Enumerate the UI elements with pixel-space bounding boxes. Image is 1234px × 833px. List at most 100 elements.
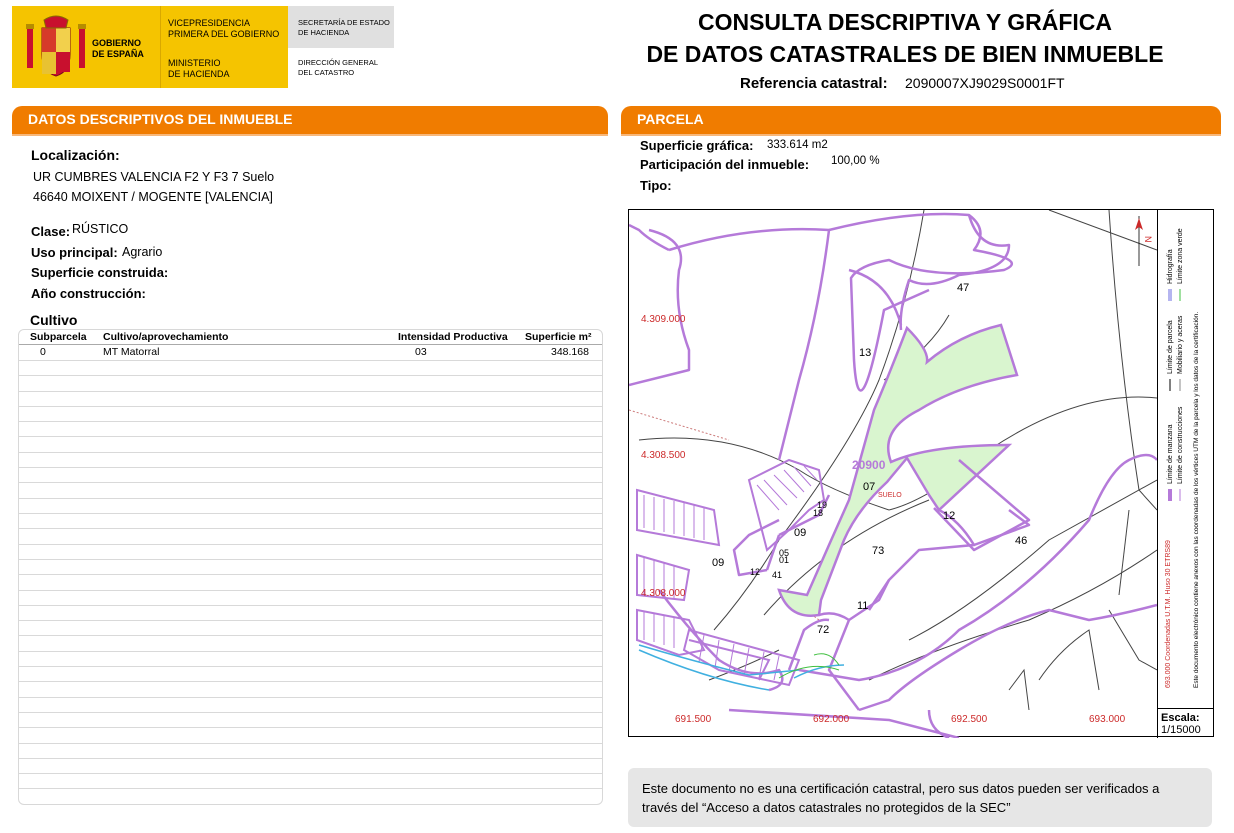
parcel-main-label: 20900 [852, 458, 886, 472]
col-intensidad: Intensidad Productiva [398, 331, 508, 343]
coord-x-3: 692.500 [951, 714, 988, 725]
cadastral-map[interactable]: 4.309.000 4.308.500 4.308.000 691.500 69… [628, 209, 1214, 738]
table-row-divider [19, 406, 602, 407]
ministerio-text: MINISTERIO DE HACIENDA [168, 58, 230, 79]
coord-x-2: 692.000 [813, 714, 850, 725]
table-row-divider [19, 758, 602, 759]
anio-construccion-label: Año construcción: [31, 286, 146, 301]
cell-subparcela: 0 [40, 346, 46, 358]
svg-text:N: N [1143, 236, 1153, 243]
map-label: 12 [943, 510, 955, 522]
note-line1: Este documento no es una certificación c… [642, 781, 1160, 796]
scale-label: Escala: [1161, 712, 1200, 724]
table-row-divider [19, 651, 602, 652]
table-row-divider [19, 697, 602, 698]
uso-value: Agrario [122, 245, 163, 259]
map-label: 46 [1015, 535, 1027, 547]
coord-x-4: 693.000 [1089, 714, 1126, 725]
direccion-general-text: DIRECCIÓN GENERAL DEL CATASTRO [298, 58, 379, 77]
legend-coord-text: 693.000 Coordenadas U.T.M. Huso 30 ETRS8… [1165, 540, 1172, 688]
coord-x-1: 691.500 [675, 714, 712, 725]
ref-catastral-value: 2090007XJ9029S0001FT [905, 75, 1065, 91]
north-arrow-icon: N [1135, 216, 1153, 266]
table-row-divider [19, 712, 602, 713]
coord-y-3: 4.308.000 [641, 588, 686, 599]
table-row-divider [19, 421, 602, 422]
table-row-divider [19, 482, 602, 483]
table-row-divider [19, 391, 602, 392]
participacion-label: Participación del inmueble: [640, 157, 810, 172]
legend-item: Mobiliario y aceras [1177, 315, 1184, 374]
table-row-divider [19, 452, 602, 453]
note-line2: través del “Acceso a datos catastrales n… [642, 800, 1011, 815]
map-label: 47 [957, 282, 969, 294]
map-label: 13 [859, 347, 871, 359]
legend-item: Límite de parcela [1167, 320, 1174, 374]
secretaria-block: SECRETARÍA DE ESTADO DE HACIENDA [288, 6, 394, 48]
address-line1: UR CUMBRES VALENCIA F2 Y F3 7 Suelo [33, 170, 275, 184]
table-row-divider [19, 605, 602, 606]
table-row-divider [19, 467, 602, 468]
col-superficie: Superficie m² [525, 331, 592, 343]
ref-catastral-label: Referencia catastral: [740, 75, 888, 92]
map-label: 09 [712, 557, 724, 569]
cultivo-table: Subparcela Cultivo/aprovechamiento Inten… [18, 329, 603, 805]
scale-box: Escala: 1/15000 [1157, 708, 1214, 737]
col-subparcela: Subparcela [30, 331, 87, 343]
table-row-divider [19, 773, 602, 774]
table-row-divider [19, 804, 602, 805]
suelo-label: SUELO [878, 492, 902, 499]
map-label: 12 [750, 567, 760, 577]
superficie-grafica-label: Superficie gráfica: [640, 138, 754, 153]
table-row-divider [19, 544, 602, 545]
clase-label: Clase: [31, 224, 71, 239]
disclaimer-note: Este documento no es una certificación c… [628, 768, 1212, 827]
map-label: 73 [872, 545, 884, 557]
map-label: 01 [779, 555, 789, 565]
localizacion-label: Localización: [31, 147, 120, 163]
address-line2: 46640 MOIXENT / MOGENTE [VALENCIA] [33, 190, 273, 204]
map-label: 18 [813, 508, 823, 518]
map-label: 11 [857, 600, 868, 612]
tipo-label: Tipo: [640, 178, 672, 193]
table-row-divider [19, 743, 602, 744]
coord-y-2: 4.308.500 [641, 450, 686, 461]
table-row-divider [19, 375, 602, 376]
table-row-divider [19, 498, 602, 499]
gobierno-text: GOBIERNO DE ESPAÑA [92, 38, 144, 59]
section-header-descriptivos: DATOS DESCRIPTIVOS DEL INMUEBLE [12, 106, 608, 136]
table-row-divider [19, 436, 602, 437]
table-header: Subparcela Cultivo/aprovechamiento Inten… [19, 330, 602, 345]
cell-cultivo: MT Matorral [103, 346, 160, 358]
uso-label: Uso principal: [31, 245, 118, 260]
page-title: CONSULTA DESCRIPTIVA Y GRÁFICA DE DATOS … [646, 9, 1164, 67]
map-label: 41 [772, 570, 782, 580]
table-row-divider [19, 528, 602, 529]
table-row-divider [19, 559, 602, 560]
parcel-sub-label: 07 [863, 481, 875, 493]
vicepresidencia-text: VICEPRESIDENCIA PRIMERA DEL GOBIERNO [168, 18, 280, 39]
table-row-divider [19, 681, 602, 682]
coat-of-arms-icon [26, 15, 86, 77]
superficie-construida-label: Superficie construida: [31, 265, 169, 280]
cultivo-title: Cultivo [30, 312, 78, 328]
table-row-divider [19, 666, 602, 667]
table-row-divider [19, 620, 602, 621]
superficie-grafica-value: 333.614 m2 [767, 139, 828, 151]
map-label: 72 [817, 624, 829, 636]
legend-item: Límite de manzana [1167, 424, 1174, 484]
table-row-divider [19, 727, 602, 728]
table-row: 0 MT Matorral 03 348.168 [19, 345, 602, 360]
scale-value: 1/15000 [1161, 724, 1201, 736]
section-header-parcela: PARCELA [621, 106, 1221, 136]
legend-item: Límite zona verde [1177, 228, 1184, 284]
table-row-divider [19, 513, 602, 514]
cell-superficie: 348.168 [551, 346, 589, 358]
cell-intensidad: 03 [415, 346, 427, 358]
table-row-divider [19, 590, 602, 591]
table-row-divider [19, 360, 602, 361]
table-row-divider [19, 574, 602, 575]
participacion-value: 100,00 % [831, 155, 880, 167]
map-drawing: 4.309.000 4.308.500 4.308.000 691.500 69… [629, 210, 1157, 738]
map-legend: 693.000 Coordenadas U.T.M. Huso 30 ETRS8… [1165, 228, 1200, 688]
